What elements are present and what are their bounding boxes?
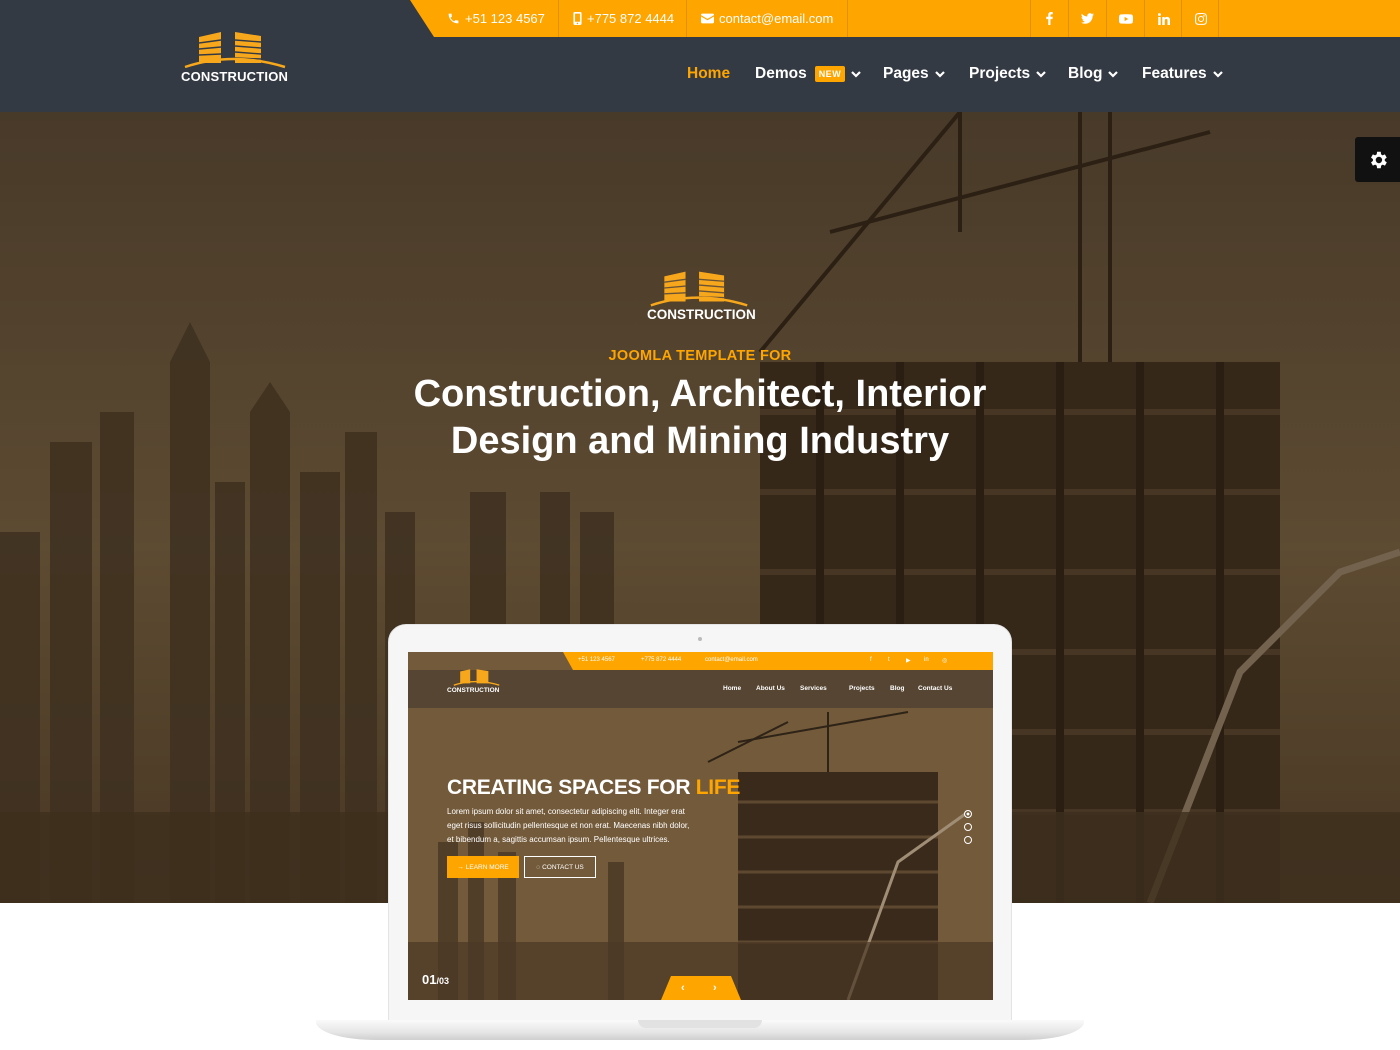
chat-icon: ◌ (536, 863, 541, 871)
preview-learn-more-button: → LEARN MORE (447, 856, 519, 878)
topbar-divider (847, 0, 848, 37)
topbar-divider (1218, 0, 1219, 37)
nav-label: Features (1142, 65, 1207, 82)
preview-nav-contact: Contact Us (918, 685, 953, 692)
preview-youtube-icon: ▶ (906, 658, 911, 664)
top-bar: +51 123 4567 +775 872 4444 contact@email… (410, 0, 1400, 37)
nav-item-demos[interactable]: Demos NEW (755, 62, 861, 86)
chevron-down-icon (934, 70, 945, 78)
linkedin-link[interactable] (1145, 0, 1182, 37)
preview-nav-about: About Us (756, 685, 785, 692)
preview-learn-more-label: LEARN MORE (465, 863, 509, 871)
nav-label: Projects (969, 65, 1031, 82)
laptop-notch (638, 1020, 762, 1028)
chevron-down-icon (1036, 70, 1046, 78)
preview-logo-icon (453, 669, 500, 686)
nav-item-home[interactable]: Home (687, 62, 730, 86)
mobile-text: +775 872 4444 (587, 11, 675, 26)
youtube-icon (1118, 13, 1133, 24)
hero-kicker: JOOMLA TEMPLATE FOR (608, 348, 792, 364)
nav-label: Blog (1068, 65, 1103, 82)
preview-nav-services: Services (800, 685, 827, 692)
phone-contact[interactable]: +51 123 4567 (447, 0, 545, 37)
email-text: contact@email.com (719, 11, 834, 26)
facebook-link[interactable] (1031, 0, 1068, 37)
chevron-right-icon: › (713, 982, 717, 994)
nav-item-features[interactable]: Features (1142, 62, 1223, 86)
nav-label: Pages (883, 65, 929, 82)
preview-logo-text: CONSTRUCTION (447, 687, 500, 694)
gear-icon (1370, 151, 1387, 168)
preview-paragraph-line: Lorem ipsum dolor sit amet, consectetur … (447, 807, 685, 816)
nav-item-blog[interactable]: Blog (1068, 62, 1119, 86)
topbar-divider (686, 0, 687, 37)
chevron-down-icon (1212, 70, 1223, 78)
preview-contact-button: ◌ CONTACT US (524, 856, 596, 878)
nav-item-projects[interactable]: Projects (969, 62, 1046, 86)
phone-icon (448, 13, 459, 24)
preview-slide-total: /03 (436, 976, 449, 986)
preview-nav-home: Home (723, 685, 742, 692)
twitter-link[interactable] (1069, 0, 1106, 37)
preview-slide-dot (964, 823, 972, 831)
hero-logo: CONSTRUCTION (647, 268, 756, 324)
preview-mobile: +775 872 4444 (641, 657, 682, 663)
chevron-down-icon (851, 70, 861, 78)
email-contact[interactable]: contact@email.com (701, 0, 833, 37)
youtube-link[interactable] (1107, 0, 1144, 37)
building-logo-icon (650, 271, 748, 307)
hero-logo-text: CONSTRUCTION (647, 307, 756, 322)
preview-slide-dot (964, 810, 972, 818)
phone-text: +51 123 4567 (465, 11, 545, 26)
site-header: +51 123 4567 +775 872 4444 contact@email… (0, 0, 1400, 112)
chevron-left-icon: ‹ (681, 982, 685, 994)
twitter-icon (1081, 13, 1094, 24)
arrow-right-icon: → (457, 863, 464, 871)
preview-instagram-icon: ◎ (942, 658, 948, 664)
preview-headline: CREATING SPACES FOR LIFE (447, 776, 740, 800)
hero-title-line: Construction, Architect, Interior (413, 373, 987, 415)
main-nav: Home Demos NEW Pages Projects Blog Featu… (0, 62, 1400, 86)
preview-slider-arrows: ‹ › (661, 976, 741, 1000)
preview-phone: +51 123 4567 (578, 657, 615, 663)
topbar-divider (558, 0, 559, 37)
preview-screen: +51 123 4567 +775 872 4444 contact@email… (408, 652, 993, 1000)
preview-nav-blog: Blog (890, 685, 905, 692)
preview-slide-current: 01 (422, 972, 437, 987)
preview-paragraph-line: eget risus sollicitudin pellentesque et … (447, 821, 690, 830)
preview-contact-label: CONTACT US (542, 863, 584, 871)
preview-paragraph: Lorem ipsum dolor sit amet, consectetur … (447, 805, 717, 847)
preview-headline-text: CREATING SPACES FOR (447, 776, 691, 799)
nav-item-pages[interactable]: Pages (883, 62, 945, 86)
instagram-link[interactable] (1182, 0, 1219, 37)
linkedin-icon (1157, 12, 1170, 25)
mobile-contact[interactable]: +775 872 4444 (573, 0, 674, 37)
envelope-icon (701, 13, 714, 24)
settings-toggle-button[interactable] (1355, 137, 1400, 182)
nav-label: Demos (755, 65, 807, 82)
preview-paragraph-line: et bibendum a, sagittis accumsan ipsum. … (447, 835, 670, 844)
preview-headline-accent: LIFE (695, 776, 741, 799)
preview-linkedin-icon: in (924, 657, 929, 663)
preview-slide-dot (964, 836, 972, 844)
preview-nav-projects: Projects (849, 685, 875, 692)
new-badge: NEW (814, 66, 846, 82)
chevron-down-icon (1108, 70, 1119, 78)
preview-facebook-icon: f (870, 657, 872, 663)
mobile-icon (573, 12, 582, 25)
laptop-camera (698, 637, 702, 641)
hero-title-line: Design and Mining Industry (450, 420, 950, 462)
preview-email: contact@email.com (705, 657, 758, 663)
preview-twitter-icon: t (888, 657, 890, 663)
facebook-icon (1046, 12, 1053, 25)
instagram-icon (1194, 12, 1207, 25)
preview-slide-counter: 01/03 (422, 972, 449, 987)
nav-label: Home (687, 65, 731, 82)
hero-title: Construction, Architect, Interior Design… (350, 371, 1050, 465)
